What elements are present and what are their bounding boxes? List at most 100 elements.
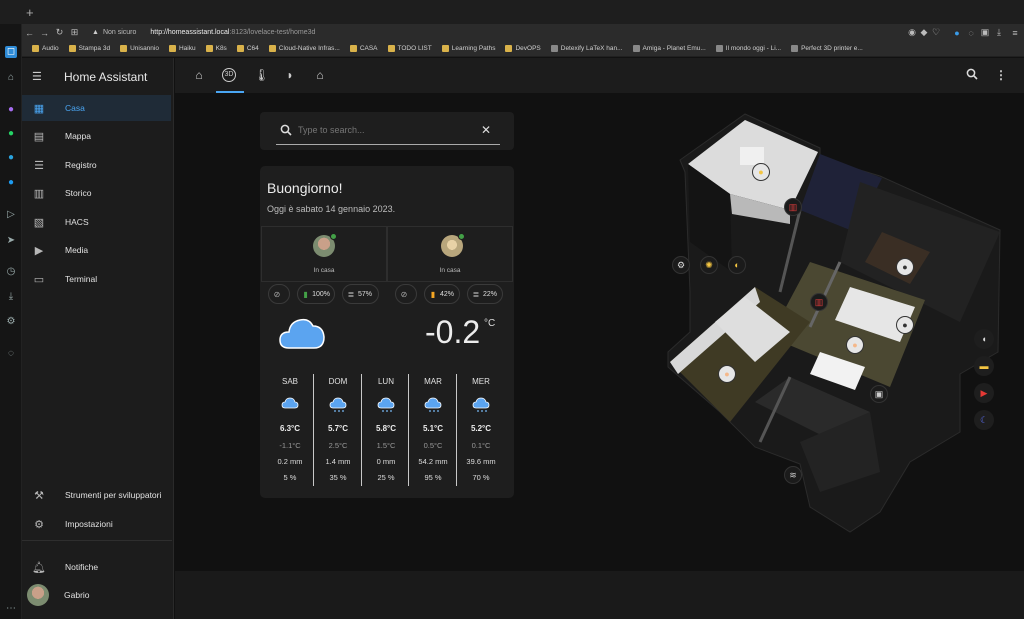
whatsapp-icon[interactable]: ● [5,128,17,140]
radiator-icon[interactable]: ▥ [784,198,802,216]
storage-chip[interactable]: ≣ 22% [467,284,503,304]
sidebar-item-media[interactable]: ▶ Media [22,237,171,263]
browser-tab-strip: + [0,0,1024,24]
vpn-icon[interactable]: ◌ [964,28,978,38]
telegram-icon[interactable]: ● [5,152,17,164]
shield-icon[interactable]: ◆ [918,27,930,38]
messenger-icon[interactable]: ● [5,104,17,116]
sidebar-item-registro[interactable]: ☰ Registro [22,152,171,178]
battery-chip[interactable]: ▮ 42% [424,284,460,304]
history-icon[interactable]: ◷ [5,266,17,278]
settings-icon[interactable]: ⚙ [672,256,690,274]
door-icon[interactable]: ▬ [974,356,994,376]
overflow-menu-icon[interactable]: ⋮ [994,68,1008,82]
bookmark-item[interactable]: CASA [349,45,378,52]
sidebar-bottom-item[interactable]: ⚙ Impostazioni [22,511,171,537]
storage-chip[interactable]: ≣ 57% [342,284,379,304]
bookmark-item[interactable]: TODO LIST [387,45,432,52]
bookmark-item[interactable]: Cloud-Native Infras... [268,45,340,52]
person-card[interactable]: In casa [387,226,513,282]
bookmark-item[interactable]: Stampa 3d [68,45,110,52]
new-tab-icon[interactable]: + [26,5,34,20]
forecast-day: LUN [377,377,394,386]
menu-icon[interactable]: ☰ [32,70,42,83]
sidebar-bottom-item[interactable]: 🔔︎ Notifiche [22,554,171,580]
sidebar-item-hacs[interactable]: ▧ HACS [22,209,171,235]
settings-icon[interactable]: ⚙ [5,316,17,328]
sidebar-item-casa[interactable]: ▦ Casa [22,95,171,121]
bookmark-label: DevOPS [515,45,541,52]
camera-icon[interactable]: ◉ [906,27,918,38]
downloads-icon[interactable]: ⤓ [5,291,17,303]
tab-home-lock-icon[interactable]: ⌂ [313,68,327,82]
person-card[interactable]: In casa [261,226,387,282]
bookmark-item[interactable]: Unisannio [120,45,159,52]
bookmark-item[interactable]: C64 [236,45,259,52]
tips-icon[interactable]: ◌ [5,348,17,360]
tab-thermometer-icon[interactable]: 🌡︎ [254,68,269,82]
bookmark-item[interactable]: Audio [32,45,59,52]
lamp-icon[interactable]: ● [896,316,914,334]
clear-icon[interactable]: ✕ [481,124,491,136]
player-icon[interactable]: ▷ [5,209,17,221]
download-icon[interactable]: ⤓ [992,27,1006,38]
storage-icon: ≣ [472,289,480,299]
search-icon [280,124,292,136]
bookmark-item[interactable]: Haiku [168,45,196,52]
robot-vacuum-icon[interactable]: ≋ [784,466,802,484]
tabs-grid-icon[interactable]: ⊞ [67,27,82,38]
tab-robot-vacuum-icon[interactable]: ◗ [283,68,297,82]
sidebar-item-terminal[interactable]: ▭ Terminal [22,266,171,292]
lamp-icon[interactable]: ● [846,336,864,354]
bookmark-label: C64 [246,45,259,52]
workspace-icon[interactable]: ◻ [5,46,17,58]
bookmark-item[interactable]: Perfect 3D printer e... [791,45,863,52]
sidebar-bottom-item[interactable]: ⚒ Strumenti per sviluppatori [22,482,171,508]
bookmark-item[interactable]: Il mondo oggi - Li... [715,45,781,52]
lamp-icon[interactable]: ● [718,365,736,383]
more-icon[interactable]: ⋯ [5,603,17,615]
menu-icon[interactable]: ≡ [1006,28,1024,38]
sidebar-item-mappa[interactable]: ▤ Mappa [22,123,171,149]
address-bar[interactable]: ▲ Non sicuro http://homeassistant.local:… [82,25,906,40]
twitter-icon[interactable]: ● [5,177,17,189]
person-status: In casa [313,267,335,274]
sidebar-item-storico[interactable]: ▥ Storico [22,180,171,206]
home-icon[interactable]: ⌂ [5,72,17,84]
sidebar-bottom-item[interactable]: Gabrio [22,582,171,608]
sun-icon[interactable]: ✺ [700,256,718,274]
reload-icon[interactable]: ↻ [52,27,67,38]
forward-icon[interactable]: → [37,28,52,38]
heart-icon[interactable]: ♡ [930,27,942,38]
bookmark-item[interactable]: Detexify LaTeX han... [550,45,623,52]
extension-icon[interactable]: ● [950,28,964,38]
floorplan-3d[interactable] [660,112,1020,544]
lamp-icon[interactable]: ● [752,163,770,181]
phone-chip[interactable]: ⊘ [395,284,417,304]
send-icon[interactable]: ➤ [5,235,17,247]
brightness-icon[interactable]: ◐ [728,256,746,274]
sidebar-item-label: Media [65,245,89,255]
bookmark-item[interactable]: Learning Paths [441,45,495,52]
phone-chip[interactable]: ⊘ [268,284,290,304]
bookmark-item[interactable]: DevOPS [505,45,541,52]
folder-icon [268,45,276,52]
radiator-icon[interactable]: ▥ [810,293,828,311]
lamp-icon[interactable]: ● [896,258,914,276]
search-input[interactable] [298,123,468,137]
battery-value: 42% [440,290,455,298]
vacuum-icon[interactable]: ◖ [974,329,994,349]
box-icon[interactable]: ▣ [978,27,992,38]
phone-off-icon: ⊘ [400,289,408,299]
tab-3d-icon[interactable]: 3D [222,68,236,82]
tv-icon[interactable]: ▣ [870,385,888,403]
sidebar-item-label: Casa [65,103,85,113]
back-icon[interactable]: ← [22,28,37,38]
youtube-icon[interactable]: ▶ [974,383,994,403]
moon-icon[interactable]: ☾ [974,410,994,430]
bookmark-item[interactable]: K8s [205,45,227,52]
battery-chip[interactable]: ▮ 100% [297,284,335,304]
search-icon[interactable] [965,68,979,82]
bookmark-item[interactable]: Amiga - Planet Emu... [632,45,706,52]
tab-home-icon[interactable]: ⌂ [192,68,206,82]
